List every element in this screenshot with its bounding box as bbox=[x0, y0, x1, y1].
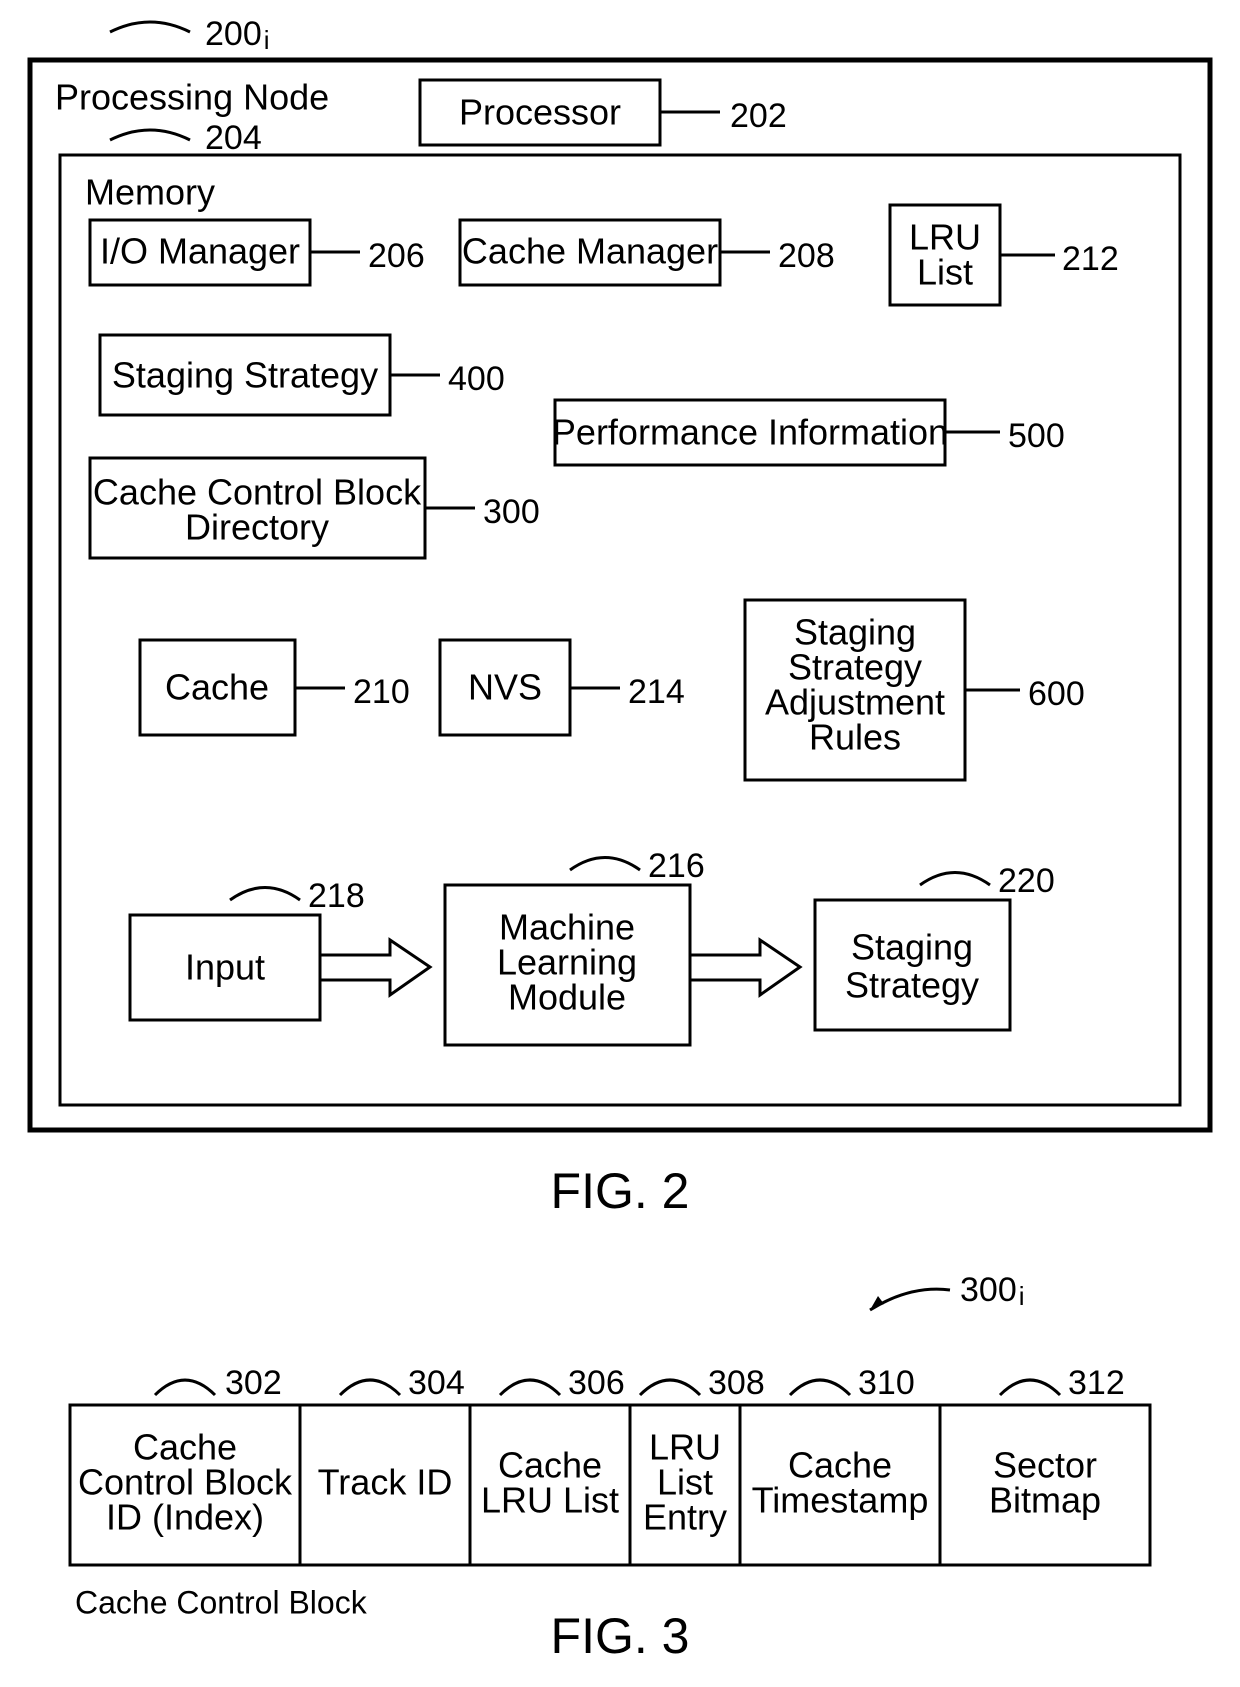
processor-label: Processor bbox=[459, 92, 621, 133]
memory-label: Memory bbox=[85, 172, 215, 213]
nvs-label: NVS bbox=[468, 667, 542, 708]
ref-500: 500 bbox=[1008, 417, 1065, 455]
ref-202: 202 bbox=[730, 97, 787, 135]
svg-text:200i: 200i bbox=[205, 15, 270, 55]
mlm-l3: Module bbox=[508, 977, 626, 1018]
ccb-directory-label2: Directory bbox=[185, 507, 329, 548]
ref-306: 306 bbox=[568, 1364, 625, 1402]
col4-l3: Entry bbox=[643, 1497, 727, 1538]
ref-216: 216 bbox=[648, 847, 705, 885]
ref-302: 302 bbox=[225, 1364, 282, 1402]
io-manager-label: I/O Manager bbox=[100, 231, 300, 272]
fig3-title: FIG. 3 bbox=[551, 1608, 690, 1664]
fig3-caption: Cache Control Block bbox=[75, 1584, 368, 1620]
col2-l1: Track ID bbox=[318, 1462, 453, 1503]
out-strategy-l2: Strategy bbox=[845, 965, 979, 1006]
cache-manager-label: Cache Manager bbox=[462, 231, 718, 272]
ref-304: 304 bbox=[408, 1364, 465, 1402]
ref-206: 206 bbox=[368, 237, 425, 275]
staging-strategy-label: Staging Strategy bbox=[112, 355, 378, 396]
ref-208: 208 bbox=[778, 237, 835, 275]
svg-text:300i: 300i bbox=[960, 1271, 1025, 1311]
lru-list-label2: List bbox=[917, 252, 973, 293]
ref-204: 204 bbox=[205, 119, 262, 157]
ref-214: 214 bbox=[628, 673, 685, 711]
rules-l4: Rules bbox=[809, 717, 901, 758]
cache-label: Cache bbox=[165, 667, 269, 708]
ref-400: 400 bbox=[448, 360, 505, 398]
ref-220: 220 bbox=[998, 862, 1055, 900]
ref-600: 600 bbox=[1028, 675, 1085, 713]
out-strategy-l1: Staging bbox=[851, 927, 973, 968]
ref-300i-sub: i bbox=[1019, 1281, 1025, 1311]
ref-310: 310 bbox=[858, 1364, 915, 1402]
col5-l2: Timestamp bbox=[752, 1480, 929, 1521]
ref-200: 200 bbox=[205, 15, 262, 53]
ref-200-sub: i bbox=[264, 25, 270, 55]
performance-info-label: Performance Information bbox=[552, 412, 948, 453]
col1-l3: ID (Index) bbox=[106, 1497, 264, 1538]
input-label: Input bbox=[185, 947, 265, 988]
fig2-title: FIG. 2 bbox=[551, 1163, 690, 1219]
col6-l2: Bitmap bbox=[989, 1480, 1101, 1521]
ref-300i: 300 bbox=[960, 1271, 1017, 1309]
ref-218: 218 bbox=[308, 877, 365, 915]
col3-l2: LRU List bbox=[481, 1480, 619, 1521]
ref-300: 300 bbox=[483, 493, 540, 531]
ref-212: 212 bbox=[1062, 240, 1119, 278]
ref-308: 308 bbox=[708, 1364, 765, 1402]
ref-312: 312 bbox=[1068, 1364, 1125, 1402]
processing-node-label: Processing Node bbox=[55, 77, 329, 118]
ref-210: 210 bbox=[353, 673, 410, 711]
